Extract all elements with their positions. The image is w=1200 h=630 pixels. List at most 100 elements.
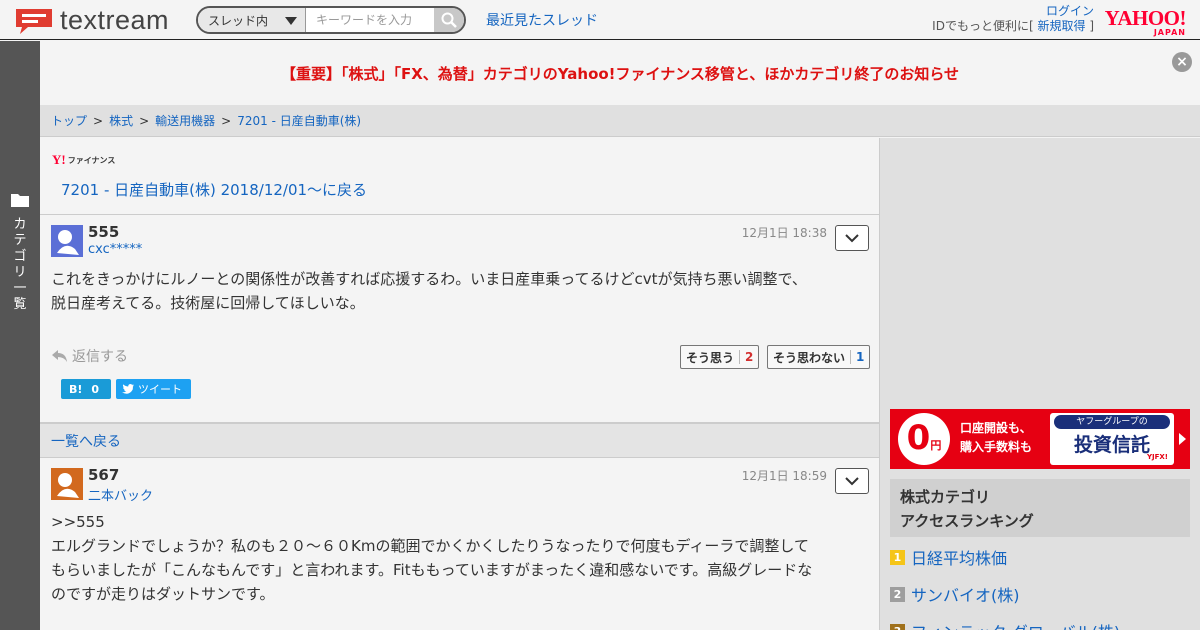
avatar[interactable] [51, 468, 83, 500]
hatena-bookmark-button[interactable]: B! 0 [61, 379, 111, 399]
tweet-button[interactable]: ツイート [116, 379, 191, 399]
post-body: これをきっかけにルノーとの関係性が改善すれば応援するわ。いま日産車乗ってるけどc… [51, 267, 871, 315]
ranking-header: 株式カテゴリ アクセスランキング [890, 479, 1190, 537]
reply-button[interactable]: 返信する [52, 346, 128, 366]
ranking-item-name: 日経平均株価 [911, 549, 1008, 568]
keyword-input[interactable] [306, 8, 434, 32]
disagree-button[interactable]: そう思わない 1 [767, 345, 871, 369]
chevron-down-icon [845, 477, 859, 486]
id-suffix-text: ] [1089, 19, 1094, 33]
tweet-label: ツイート [138, 383, 182, 396]
post-body-line: のですが走りはダットサンです。 [51, 585, 275, 603]
disagree-count: 1 [850, 350, 864, 364]
recent-threads-link[interactable]: 最近見たスレッド [486, 10, 598, 30]
speech-bubble-logo-icon [16, 8, 52, 34]
yahoo-finance-text: ファイナンス [67, 155, 116, 165]
post-username[interactable]: 二本バック [88, 485, 153, 504]
login-area: ログイン IDでもっと便利に[ 新規取得 ] [932, 4, 1094, 34]
textream-logo[interactable]: textream [14, 5, 169, 36]
rank-badge: 1 [890, 549, 905, 565]
post-menu-button[interactable] [835, 225, 869, 251]
post-body-line: これをきっかけにルノーとの関係性が改善すれば応援するわ。いま日産車乗ってるけどc… [51, 270, 807, 288]
agree-count: 2 [739, 350, 753, 364]
search-scope-label: スレッド内 [208, 13, 269, 28]
breadcrumb-transport[interactable]: 輸送用機器 [155, 112, 215, 129]
category-list-label: カテゴリ一覧 [13, 217, 27, 312]
close-notice-button[interactable]: × [1172, 52, 1192, 72]
post-timestamp: 12月1日 18:59 [741, 469, 827, 483]
breadcrumb-stocks[interactable]: 株式 [109, 112, 133, 129]
yahoo-japan-logo[interactable]: YAHOO! JAPAN [1104, 6, 1187, 38]
notice-text[interactable]: 【重要】「株式」「FX、為替」カテゴリのYahoo!ファイナンス移管と、ほかカテ… [40, 63, 1200, 84]
rank-badge: 2 [890, 586, 905, 602]
ad-zero-value: 0 [906, 418, 931, 458]
twitter-bird-icon [122, 384, 134, 394]
breadcrumb-separator: > [221, 113, 232, 128]
post-body: >>555 エルグランドでしょうか？私のも２０～６０Kmの範囲でかくかくしたりう… [51, 510, 871, 606]
ad-product-box: ヤフーグループの 投資信託 YJFX! [1050, 413, 1174, 465]
reply-label: 返信する [72, 349, 128, 365]
folder-icon [11, 194, 29, 207]
category-sidebar[interactable]: カテゴリ一覧 [0, 41, 40, 630]
hatena-count: 0 [91, 382, 100, 396]
search-button[interactable] [434, 8, 464, 32]
reply-arrow-icon [52, 350, 67, 362]
header: textream スレッド内 最近見たスレッド ログイン IDでもっと便利に[ … [0, 0, 1200, 40]
ad-zero-yen: 0円 [898, 413, 950, 465]
back-to-list-link[interactable]: 一覧へ戻る [40, 422, 879, 458]
notice-banner: 【重要】「株式」「FX、為替」カテゴリのYahoo!ファイナンス移管と、ほかカテ… [40, 41, 1200, 105]
post-body-line: もらいましたが「こんなもんです」と言われます。Fitももっていますがまったく違和… [51, 561, 813, 579]
ad-yen-unit: 円 [930, 439, 942, 452]
hatena-icon: B! [69, 382, 83, 396]
yahoo-logo-main: YAHOO! [1104, 6, 1187, 30]
chevron-down-icon [845, 234, 859, 243]
ranking-item-name: フィンテック グローバル(株) [911, 619, 1120, 630]
rank-badge: 3 [890, 623, 905, 630]
ranking-item[interactable]: 1 日経平均株価 [890, 545, 1190, 569]
agree-label: そう思う [686, 350, 735, 365]
yahoo-finance-logo[interactable]: Y! ファイナンス [52, 152, 115, 168]
yahoo-finance-y: Y! [52, 152, 66, 167]
post-menu-button[interactable] [835, 468, 869, 494]
post-number[interactable]: 555 [88, 223, 119, 241]
ranking-item-name: サンバイオ(株) [911, 586, 1020, 605]
id-prefix-text: IDでもっと便利に[ [932, 19, 1034, 33]
post-item: 555 cxc***** 12月1日 18:38 これをきっかけにルノーとの関係… [40, 214, 879, 422]
post-body-line: 脱日産考えてる。技術屋に回帰してほしいな。 [51, 294, 365, 312]
ad-brand: YJFX! [1146, 453, 1168, 461]
post-timestamp: 12月1日 18:38 [741, 226, 827, 240]
breadcrumb-nissan[interactable]: 7201 - 日産自動車(株) [237, 112, 361, 129]
right-sidebar: 0円 口座開設も、 購入手数料も ヤフーグループの 投資信託 YJFX! 株式カ… [880, 138, 1200, 630]
search-scope-select[interactable]: スレッド内 [198, 8, 306, 32]
breadcrumb: トップ > 株式 > 輸送用機器 > 7201 - 日産自動車(株) [40, 105, 1200, 137]
ad-banner[interactable]: 0円 口座開設も、 購入手数料も ヤフーグループの 投資信託 YJFX! [890, 409, 1190, 469]
breadcrumb-separator: > [93, 113, 104, 128]
breadcrumb-separator: > [139, 113, 150, 128]
disagree-label: そう思わない [773, 350, 846, 365]
search-icon [441, 12, 457, 28]
play-arrow-icon [1179, 433, 1186, 445]
ad-line-1: 口座開設も、 [960, 421, 1032, 435]
register-link[interactable]: 新規取得 [1037, 19, 1085, 33]
post-item: 567 二本バック 12月1日 18:59 >>555 エルグランドでしょうか？… [40, 458, 879, 630]
ad-line-2: 購入手数料も [960, 440, 1033, 454]
logo-text: textream [60, 5, 170, 35]
ranking-title-1: 株式カテゴリ [900, 488, 991, 506]
breadcrumb-top[interactable]: トップ [51, 112, 87, 129]
reply-anchor-link[interactable]: >>555 [51, 510, 871, 534]
avatar[interactable] [51, 225, 83, 257]
back-to-thread-link[interactable]: 7201 - 日産自動車(株) 2018/12/01〜に戻る [61, 179, 367, 200]
dropdown-arrow-icon [285, 17, 297, 25]
search-box: スレッド内 [196, 6, 466, 34]
login-link[interactable]: ログイン [1046, 4, 1094, 18]
post-body-line: エルグランドでしょうか？私のも２０～６０Kmの範囲でかくかくしたりうなったりで何… [51, 537, 809, 555]
post-username[interactable]: cxc***** [88, 242, 142, 257]
ad-text: 口座開設も、 購入手数料も [960, 419, 1032, 457]
ad-badge: ヤフーグループの [1054, 415, 1170, 429]
ranking-item[interactable]: 2 サンバイオ(株) [890, 582, 1190, 606]
post-number[interactable]: 567 [88, 466, 119, 484]
ranking-item[interactable]: 3 フィンテック グローバル(株) [890, 619, 1190, 630]
main-content: Y! ファイナンス 7201 - 日産自動車(株) 2018/12/01〜に戻る… [40, 138, 880, 630]
ranking-title-2: アクセスランキング [900, 512, 1034, 530]
agree-button[interactable]: そう思う 2 [680, 345, 760, 369]
